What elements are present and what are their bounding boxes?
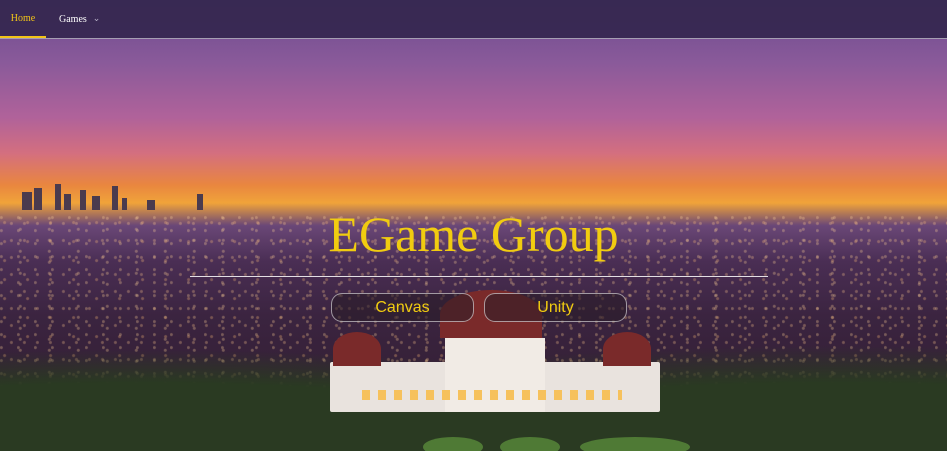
observatory-dome-left bbox=[333, 332, 381, 366]
hero-divider bbox=[190, 276, 768, 277]
nav-home-label: Home bbox=[10, 13, 36, 24]
hero-title: EGame Group bbox=[328, 206, 619, 262]
nav-games-label: Games bbox=[59, 14, 87, 25]
observatory-dome-right bbox=[603, 332, 651, 366]
lawn-middle bbox=[500, 437, 560, 451]
unity-button[interactable]: Unity bbox=[484, 293, 627, 322]
top-navbar: Home Games ⌄ bbox=[0, 0, 947, 39]
lawn-left bbox=[423, 437, 483, 451]
page: Home Games ⌄ EGame Group Canvas Unity bbox=[0, 0, 947, 451]
nav-games-dropdown[interactable]: Games ⌄ bbox=[59, 0, 100, 38]
lawn-right bbox=[580, 437, 690, 451]
nav-home-link[interactable]: Home bbox=[0, 0, 46, 38]
observatory-center bbox=[445, 338, 545, 412]
observatory-lights bbox=[362, 390, 622, 400]
chevron-down-icon: ⌄ bbox=[92, 13, 101, 23]
canvas-button[interactable]: Canvas bbox=[331, 293, 474, 322]
